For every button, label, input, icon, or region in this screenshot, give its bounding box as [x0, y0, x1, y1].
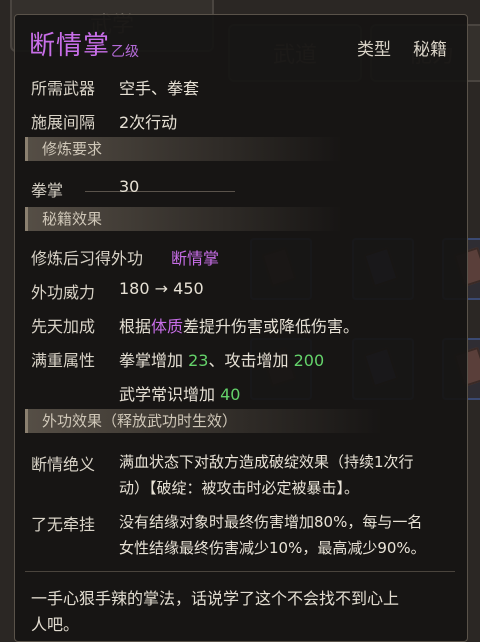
power-from: 180 [119, 279, 150, 298]
full-attr-text: 武学常识增加 [119, 385, 216, 404]
skill2-desc-line1: 没有结缘对象时最终伤害增加80%，每与一名 [119, 513, 423, 531]
skill2-desc-line2: 女性结缘最终伤害减少10%，最高减少90%。 [119, 539, 426, 557]
full-attr-number: 40 [220, 385, 241, 404]
learn-label: 修炼后习得外功 [31, 249, 144, 268]
interval-label: 施展间隔 [31, 113, 96, 132]
requirements-header-label: 修炼要求 [42, 140, 103, 158]
power-to: 450 [173, 279, 204, 298]
innate-post: 差提升伤害或降低伤害。 [183, 317, 360, 336]
requirements-header: 修炼要求 [25, 137, 342, 161]
external-effects-header: 外功效果（释放武功时生效） [25, 409, 382, 433]
interval-value: 2次行动 [119, 113, 178, 132]
weapon-value: 空手、拳套 [119, 79, 200, 98]
learn-value: 断情掌 [171, 249, 220, 268]
effects-header: 秘籍效果 [25, 207, 342, 231]
weapon-label: 所需武器 [31, 79, 96, 98]
requirement-label: 拳掌 [31, 181, 64, 200]
effects-header-label: 秘籍效果 [42, 210, 103, 228]
full-attr-number: 23 [188, 351, 209, 370]
innate-label: 先天加成 [31, 317, 96, 336]
full-attr-line2: 武学常识增加 40 [119, 381, 240, 405]
external-effects-header-label: 外功效果（释放武功时生效） [42, 412, 238, 430]
flavor-text-line2: 人吧。 [31, 615, 80, 634]
requirement-value: 30 [119, 177, 140, 196]
skill1-desc-line2: 动）【破绽：被攻击时必定被暴击】。 [119, 479, 360, 497]
full-attr-line1: 拳掌增加 23、攻击增加 200 [119, 347, 324, 371]
innate-attribute: 体质 [151, 317, 184, 336]
innate-value: 根据体质差提升伤害或降低伤害。 [119, 313, 359, 337]
flavor-text-line1: 一手心狠手辣的掌法，话说学了这个不会找不到心上 [31, 589, 400, 608]
full-attr-text: 拳掌增加 [119, 351, 184, 370]
skill1-name: 断情绝义 [31, 455, 96, 474]
type-value: 秘籍 [413, 40, 447, 60]
type-label: 类型 [357, 40, 391, 60]
full-attr-label: 满重属性 [31, 351, 96, 370]
arrow-icon: → [154, 279, 169, 298]
skill2-name: 了无牵挂 [31, 515, 96, 534]
innate-pre: 根据 [119, 317, 152, 336]
skill-tooltip: 断情掌 乙级 类型 秘籍 所需武器 空手、拳套 施展间隔 2次行动 修炼要求 拳… [14, 14, 468, 642]
full-attr-number: 200 [293, 351, 325, 370]
skill-grade: 乙级 [111, 44, 139, 60]
footer-divider [25, 571, 455, 572]
requirement-divider [85, 191, 235, 192]
skill1-desc-line1: 满血状态下对敌方造成破绽效果（持续1次行 [119, 453, 414, 471]
power-value: 180 → 450 [119, 279, 204, 298]
skill-title: 断情掌 [29, 31, 111, 61]
full-attr-text: 、攻击增加 [208, 351, 289, 370]
power-label: 外功威力 [31, 283, 96, 302]
